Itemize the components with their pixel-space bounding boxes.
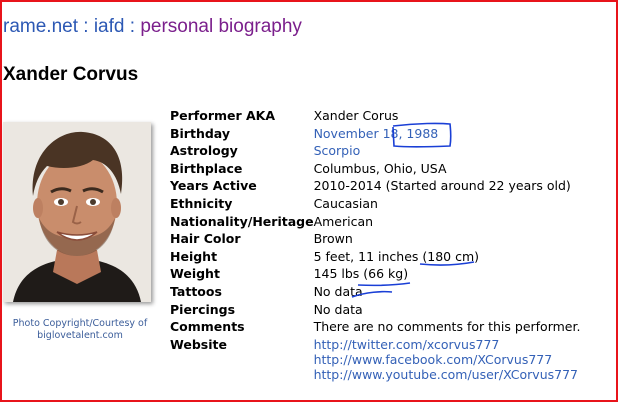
biography-table: Performer AKA Xander Corus Birthday Novembe… [170,108,580,382]
bio-value: 145 lbs (66 kg) [313,266,409,282]
bio-value: 2010-2014 (Started around 22 years old) [313,178,571,194]
photo-caption: Photo Copyright/Courtesy of biglovetalen… [0,318,160,341]
bio-label: Piercings [170,301,236,317]
website-link[interactable]: http://www.youtube.com/user/XCorvus777 [314,367,581,382]
bio-label: Years Active [170,178,257,194]
bio-value: American [313,213,374,229]
bio-row-website: Website http://twitter.com/xcorvus777 http… [170,337,580,382]
bio-label: Comments [170,319,245,335]
bio-value: No data [313,301,363,317]
website-link[interactable]: http://twitter.com/xcorvus777 [314,337,581,352]
bio-row: Birthplace Columbus, Ohio, USA [170,161,580,179]
photo-caption-line: biglovetalent.com [37,329,123,341]
bio-value: Caucasian [313,195,378,211]
bio-label: Hair Color [170,231,241,247]
breadcrumb-site-link[interactable]: rame.net [3,16,78,37]
bio-label: Ethnicity [170,195,233,211]
bio-value-cell: Scorpio [314,143,581,161]
breadcrumb: rame.net : iafd : personal biography [3,16,302,38]
bio-row: Performer AKA Xander Corus [170,108,580,126]
bio-row: Birthday November 18, 1988 [170,126,580,144]
bio-label: Birthday [170,125,230,141]
photo-caption-line: Photo Copyright/Courtesy of [12,318,148,329]
bio-row: Comments There are no comments for this p… [170,319,580,337]
bio-label: Birthplace [170,160,243,176]
bio-value: 5 feet, 11 inches (180 cm) [313,248,479,264]
bio-row: Weight 145 lbs (66 kg) [170,266,580,284]
bio-value-link[interactable]: Scorpio [314,143,361,158]
bio-row: Height 5 feet, 11 inches (180 cm) [170,249,580,267]
breadcrumb-section-link[interactable]: iafd [94,16,125,37]
breadcrumb-separator: : [83,16,89,37]
bio-value: No data [313,283,363,299]
bio-value-link[interactable]: November 18, 1988 [314,126,439,141]
bio-label: Weight [170,266,220,282]
portrait-illustration [3,122,151,302]
bio-label: Nationality/Heritage [170,213,314,229]
website-link[interactable]: http://www.facebook.com/XCorvus777 [314,352,581,367]
bio-label: Height [170,248,218,264]
bio-label: Astrology [170,143,238,159]
bio-row: Hair Color Brown [170,231,580,249]
bio-row: Nationality/Heritage American [170,214,580,232]
page-title: Xander Corvus [3,64,139,85]
website-links: http://twitter.com/xcorvus777 http://www.… [314,337,581,382]
bio-row: Tattoos No data [170,284,580,302]
bio-value: Brown [313,231,353,247]
bio-value: Xander Corus [313,108,399,123]
bio-row: Years Active 2010-2014 (Started around 22… [170,178,580,196]
bio-label: Tattoos [170,283,222,299]
bio-label: Performer AKA [170,108,276,123]
bio-row: Ethnicity Caucasian [170,196,580,214]
bio-value: There are no comments for this performer… [313,319,581,335]
bio-row: Piercings No data [170,302,580,320]
breadcrumb-separator: : [129,16,136,37]
bio-label: Website [170,336,227,352]
bio-value: Columbus, Ohio, USA [313,160,447,176]
breadcrumb-page-link[interactable]: personal biography [140,16,302,37]
bio-value-cell: November 18, 1988 [314,126,581,144]
bio-row: Astrology Scorpio [170,143,580,161]
performer-photo [3,122,151,302]
